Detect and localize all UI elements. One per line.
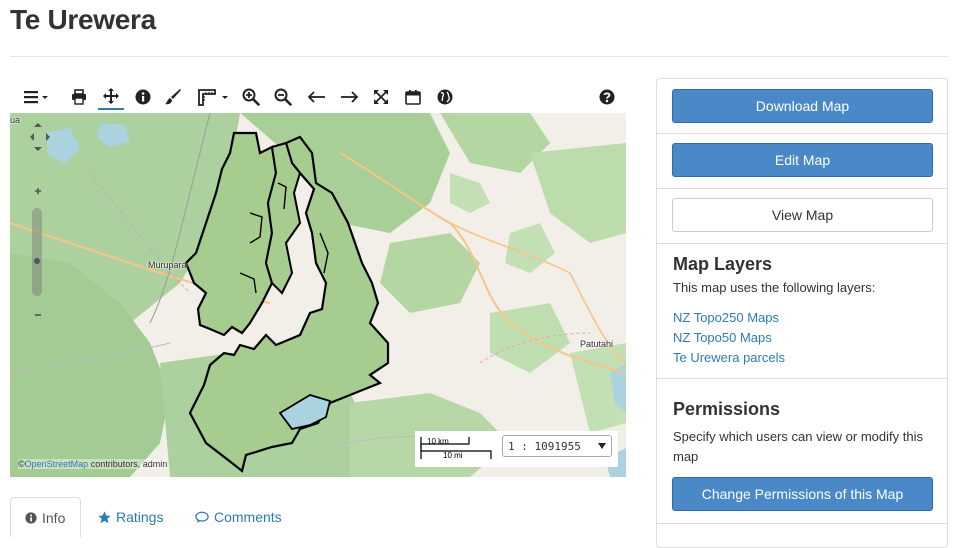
- zoom-in-button[interactable]: [240, 84, 262, 110]
- map-label-patutahi: Patutahi: [580, 339, 614, 349]
- title-divider: [10, 56, 949, 57]
- tab-info-label: Info: [42, 509, 66, 526]
- layer-link-te-urewera-parcels[interactable]: Te Urewera parcels: [673, 350, 785, 365]
- tab-comments-label: Comments: [214, 509, 282, 525]
- full-extent-button[interactable]: [370, 84, 392, 110]
- previous-extent-icon: [308, 91, 325, 103]
- zoom-out-icon: [274, 88, 292, 106]
- menu-icon: [24, 91, 48, 104]
- edit-map-button[interactable]: Edit Map: [672, 143, 933, 177]
- permissions-section: Permissions Specify which users can view…: [657, 379, 947, 524]
- comment-icon: [195, 511, 209, 523]
- scale-dropdown-caret[interactable]: [598, 443, 606, 449]
- measure-icon: [198, 89, 228, 106]
- permissions-text: Specify which users can view or modify t…: [673, 429, 923, 464]
- measure-button[interactable]: [196, 84, 230, 110]
- style-button[interactable]: [162, 84, 184, 110]
- next-extent-button[interactable]: [338, 84, 360, 110]
- change-permissions-button[interactable]: Change Permissions of this Map: [672, 477, 933, 511]
- help-icon: [599, 89, 615, 105]
- globe-icon: [437, 89, 453, 105]
- info-tabs: Info Ratings Comments: [10, 497, 626, 537]
- page-title: Te Urewera: [10, 4, 156, 35]
- layer-link-topo50[interactable]: NZ Topo50 Maps: [673, 330, 772, 345]
- download-section: Download Map: [657, 79, 947, 134]
- full-extent-icon: [374, 90, 388, 104]
- edit-section: Edit Map: [657, 134, 947, 189]
- map-label-edge: ua: [10, 115, 21, 125]
- scale-value: 1 : 1091955: [508, 439, 581, 453]
- zoom-in-icon: [242, 88, 260, 106]
- scale-select[interactable]: 1 : 1091955: [502, 435, 612, 457]
- menu-button[interactable]: [20, 84, 52, 110]
- info-icon: [135, 89, 151, 105]
- map-label-murupara: Murupara: [148, 260, 187, 270]
- tab-info[interactable]: Info: [10, 497, 81, 537]
- info-tool-button[interactable]: [132, 84, 154, 110]
- map-sidebar: Download Map Edit Map View Map Map Layer…: [656, 78, 948, 548]
- map-base-layer: [10, 113, 626, 477]
- copyright-symbol: ©: [18, 459, 25, 469]
- next-extent-icon: [341, 91, 358, 103]
- map-canvas[interactable]: ua Murupara Patutahi ©OpenStreetMap cont…: [10, 113, 626, 477]
- print-icon: [72, 89, 86, 105]
- osm-link[interactable]: OpenStreetMap: [25, 459, 89, 469]
- scale-mi-label: 10 mi: [443, 451, 463, 460]
- zoom-slider-handle[interactable]: [34, 258, 40, 264]
- scale-km-label: 10 km: [427, 437, 449, 446]
- calendar-icon: [405, 90, 421, 105]
- globe-button[interactable]: [434, 84, 456, 110]
- zoom-slider-track[interactable]: [32, 208, 42, 296]
- map-layers-heading: Map Layers: [673, 254, 773, 274]
- style-brush-icon: [165, 89, 181, 105]
- permissions-heading: Permissions: [673, 399, 781, 419]
- calendar-button[interactable]: [402, 84, 424, 110]
- print-button[interactable]: [68, 84, 90, 110]
- map-attribution: ©OpenStreetMap contributors, admin: [18, 459, 168, 469]
- tab-ratings[interactable]: Ratings: [98, 497, 163, 537]
- map-layers-section: Map Layers This map uses the following l…: [657, 244, 947, 379]
- info-icon: [25, 511, 37, 524]
- map-toolbar: [10, 84, 626, 112]
- tab-ratings-label: Ratings: [116, 509, 164, 525]
- attribution-text: contributors, admin: [88, 459, 168, 469]
- previous-extent-button[interactable]: [306, 84, 328, 110]
- layer-link-topo250[interactable]: NZ Topo250 Maps: [673, 310, 779, 325]
- pan-icon: [103, 88, 119, 104]
- help-button[interactable]: [596, 84, 618, 110]
- view-map-button[interactable]: View Map: [672, 198, 933, 232]
- map-layers-intro: This map uses the following layers:: [673, 280, 876, 295]
- star-icon: [98, 510, 111, 523]
- tab-comments[interactable]: Comments: [195, 497, 282, 537]
- zoom-out-button[interactable]: [272, 84, 294, 110]
- download-map-button[interactable]: Download Map: [672, 89, 933, 123]
- view-section: View Map: [657, 189, 947, 244]
- pan-button[interactable]: [98, 84, 124, 110]
